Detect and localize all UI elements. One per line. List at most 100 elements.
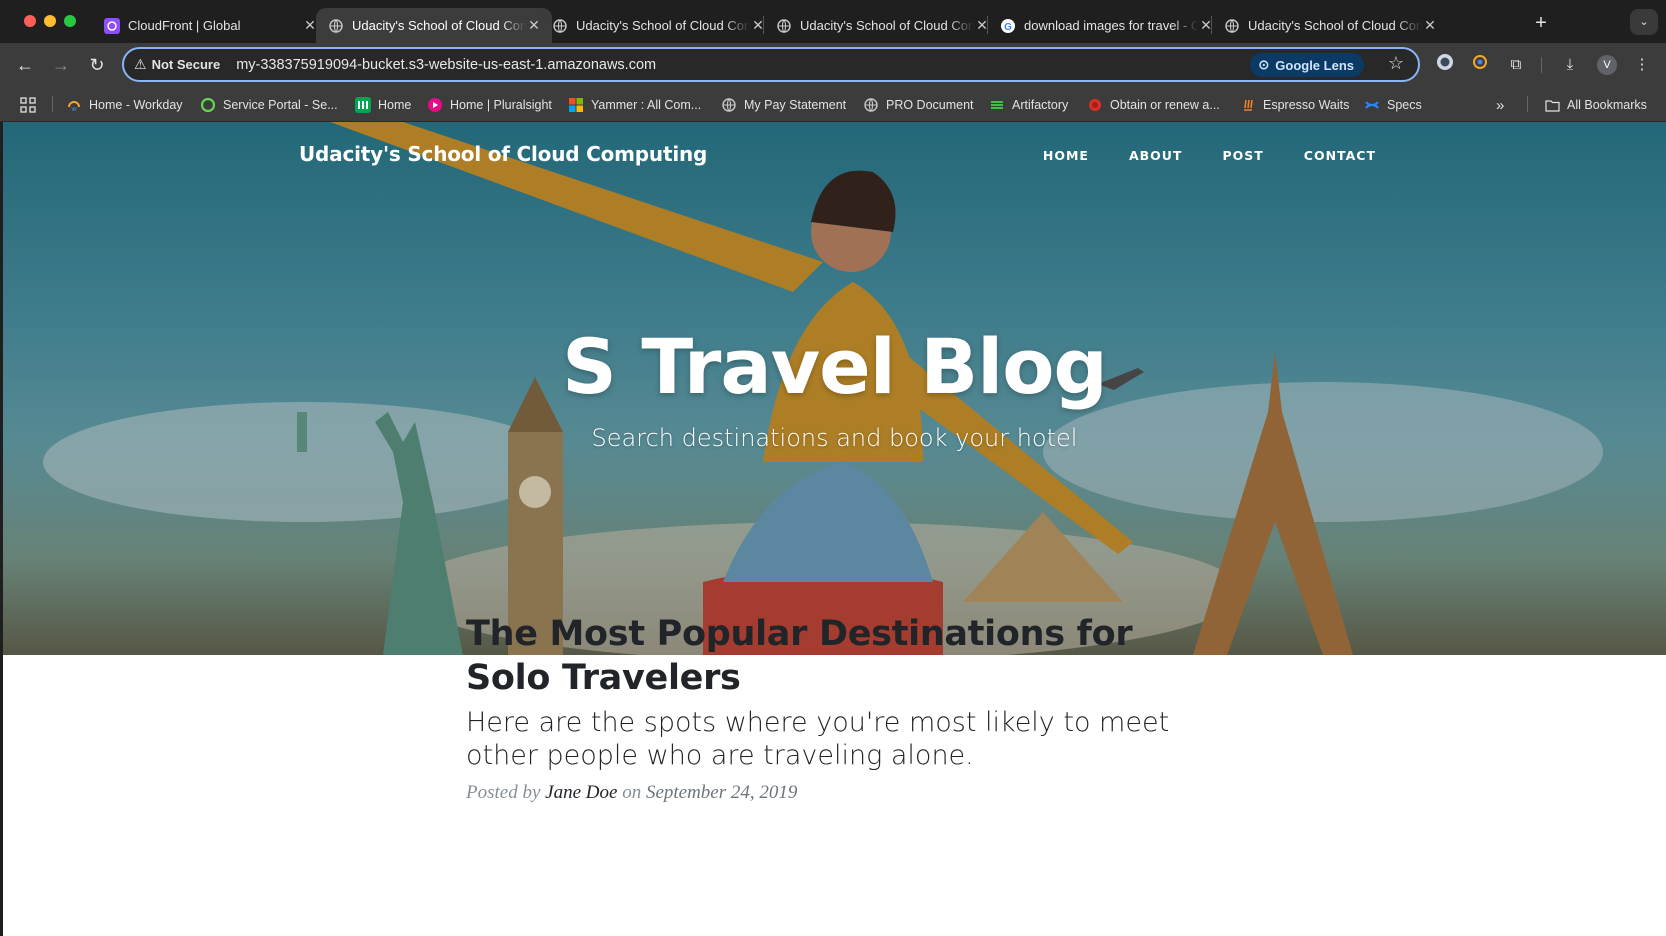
tab-strip: CloudFront | Global ✕ Udacity's School o… — [0, 0, 1666, 43]
chevron-down-icon: ⌄ — [1639, 16, 1649, 28]
hero-banner: Udacity's School of Cloud Computing HOME… — [3, 122, 1666, 655]
tab-cloudfront[interactable]: CloudFront | Global ✕ — [92, 8, 328, 43]
bookmark-label: Yammer : All Com... — [591, 98, 702, 112]
tab-udacity[interactable]: Udacity's School of Cloud Computing ✕ — [764, 8, 1000, 43]
site-brand-link[interactable]: Udacity's School of Cloud Computing — [299, 142, 707, 166]
svg-text:w: w — [70, 106, 77, 112]
all-bookmarks-button[interactable]: All Bookmarks — [1544, 95, 1647, 115]
page-viewport: Udacity's School of Cloud Computing HOME… — [3, 122, 1666, 936]
lens-icon: ⊙ — [1258, 57, 1270, 72]
servicenow-icon — [200, 97, 216, 113]
warning-icon: ⚠ — [134, 56, 147, 72]
bookmark-artifactory[interactable]: Artifactory — [989, 95, 1068, 115]
browser-toolbar: ← → ↻ ⚠ Not Secure my-338375919094-bucke… — [0, 43, 1666, 86]
tab-title: Udacity's School of Cloud Computing — [800, 18, 974, 33]
address-bar[interactable]: ⚠ Not Secure my-338375919094-bucket.s3-w… — [122, 47, 1420, 82]
extension-icon[interactable] — [1468, 53, 1492, 77]
bookmark-service-portal[interactable]: Service Portal - Se... — [200, 95, 338, 115]
close-window-button[interactable] — [24, 15, 36, 27]
tab-title: Udacity's School of Cloud Computing — [576, 18, 750, 33]
nav-about-link[interactable]: ABOUT — [1129, 148, 1183, 163]
espresso-icon — [1240, 97, 1256, 113]
reload-button[interactable]: ↻ — [83, 51, 111, 79]
pluralsight-icon — [427, 97, 443, 113]
tab-title: CloudFront | Global — [128, 18, 241, 33]
bookmark-obtain-renew[interactable]: Obtain or renew a... — [1087, 95, 1220, 115]
download-icon[interactable]: ⤓ — [1558, 53, 1582, 77]
hero-title: S Travel Blog — [562, 322, 1108, 411]
globe-icon — [1224, 18, 1240, 34]
back-button[interactable]: ← — [11, 51, 39, 79]
google-lens-button[interactable]: ⊙ Google Lens — [1250, 53, 1364, 77]
tab-title: Udacity's School of Cloud Computing — [1248, 18, 1422, 33]
forward-arrow-icon: → — [52, 55, 70, 75]
extensions-puzzle-icon[interactable]: ⧉ — [1504, 53, 1528, 77]
bookmark-home[interactable]: Home — [355, 95, 411, 115]
profile-avatar[interactable]: V — [1597, 55, 1617, 75]
bookmark-label: My Pay Statement — [744, 98, 847, 112]
close-icon[interactable]: ✕ — [1422, 17, 1438, 34]
post-meta-prefix: Posted by — [466, 782, 541, 803]
tab-udacity[interactable]: Udacity's School of Cloud Computing ✕ — [1212, 8, 1448, 43]
bookmark-label: Espresso Waits — [1263, 98, 1350, 112]
site-navigation: HOME ABOUT POST CONTACT — [1043, 148, 1376, 163]
apps-grid-icon[interactable] — [20, 95, 36, 115]
bookmark-pluralsight[interactable]: Home | Pluralsight — [427, 95, 552, 115]
bookmark-label: PRO Document — [886, 98, 974, 112]
toolbar-divider — [1541, 57, 1542, 73]
maximize-window-button[interactable] — [64, 15, 76, 27]
bookmark-workday[interactable]: w Home - Workday — [66, 95, 183, 115]
bookmark-label: Home | Pluralsight — [450, 98, 552, 112]
tab-google-search[interactable]: G download images for travel - Google Se… — [988, 8, 1224, 43]
microsoft-icon — [568, 97, 584, 113]
svg-text:G: G — [1004, 22, 1012, 33]
back-arrow-icon: ← — [16, 55, 34, 75]
site-info-button[interactable]: ⚠ Not Secure — [134, 56, 220, 73]
globe-icon — [863, 97, 879, 113]
bookmark-pro-document[interactable]: PRO Document — [863, 95, 974, 115]
new-tab-button[interactable]: + — [1527, 10, 1555, 38]
post-date: September 24, 2019 — [645, 782, 798, 803]
post-title[interactable]: The Most Popular Destinations for Solo T… — [466, 612, 1226, 700]
globe-icon — [328, 18, 344, 34]
bookmark-label: Home - Workday — [89, 98, 183, 112]
nav-contact-link[interactable]: CONTACT — [1304, 148, 1376, 163]
hero-subtitle: Search destinations and book your hotel — [591, 424, 1078, 452]
globe-icon — [776, 18, 792, 34]
bookmark-star-icon[interactable]: ☆ — [1388, 53, 1404, 74]
workday-icon: w — [66, 97, 82, 113]
bookmark-label: Specs — [1387, 98, 1422, 112]
post-author-link[interactable]: Jane Doe — [545, 782, 617, 803]
bookmarks-bar: w Home - Workday Service Portal - Se... … — [0, 86, 1666, 122]
bookmarks-divider — [52, 96, 53, 112]
tab-udacity-active[interactable]: Udacity's School of Cloud Computing ✕ — [316, 8, 552, 43]
minimize-window-button[interactable] — [44, 15, 56, 27]
security-label: Not Secure — [151, 57, 221, 72]
confluence-icon — [1364, 97, 1380, 113]
monday-icon — [355, 97, 371, 113]
bookmark-label: Artifactory — [1012, 98, 1069, 112]
folder-icon — [1544, 97, 1560, 113]
bookmark-my-pay-statement[interactable]: My Pay Statement — [721, 95, 846, 115]
cloudfront-icon — [104, 17, 120, 34]
artifactory-icon — [989, 97, 1005, 113]
nav-home-link[interactable]: HOME — [1043, 148, 1089, 163]
bookmark-yammer[interactable]: Yammer : All Com... — [568, 95, 701, 115]
post-preview[interactable]: The Most Popular Destinations for Solo T… — [466, 612, 1226, 804]
tab-udacity[interactable]: Udacity's School of Cloud Computing ✕ — [540, 8, 776, 43]
tab-search-button[interactable]: ⌄ — [1630, 9, 1658, 35]
extension-icon[interactable] — [1433, 53, 1457, 77]
more-bookmarks-chevron-icon[interactable]: » — [1496, 95, 1504, 115]
tab-title: download images for travel - Google Sear… — [1024, 18, 1198, 33]
post-subtitle[interactable]: Here are the spots where you're most lik… — [466, 706, 1226, 772]
forward-button[interactable]: → — [47, 51, 75, 79]
nav-post-link[interactable]: POST — [1222, 148, 1263, 163]
bookmark-specs[interactable]: Specs — [1364, 95, 1422, 115]
lens-label: Google Lens — [1275, 57, 1354, 73]
reload-icon: ↻ — [89, 55, 105, 75]
menu-kebab-icon[interactable]: ⋮ — [1630, 53, 1654, 77]
all-bookmarks-label: All Bookmarks — [1567, 98, 1647, 112]
bookmark-espresso-waits[interactable]: Espresso Waits — [1240, 95, 1349, 115]
bookmark-label: Home — [378, 98, 412, 112]
url-text[interactable]: my-338375919094-bucket.s3-website-us-eas… — [236, 57, 656, 73]
